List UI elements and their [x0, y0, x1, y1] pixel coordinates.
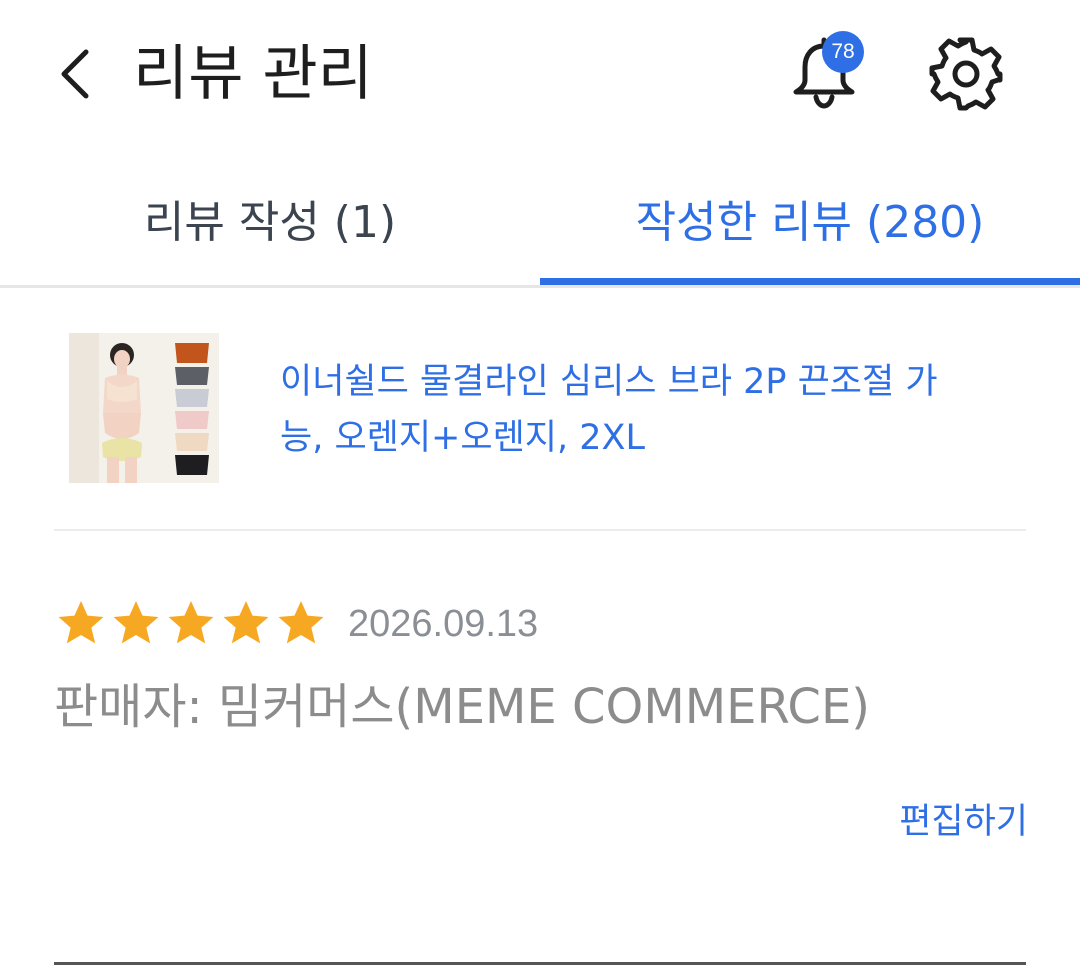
star-icon: [223, 601, 269, 644]
notification-badge: 78: [822, 31, 864, 73]
star-icon: [58, 601, 104, 644]
star-rating: [54, 597, 328, 651]
seller-name: 판매자: 밈커머스(MEME COMMERCE): [54, 679, 871, 735]
tab-written-reviews-label: 작성한 리뷰 (280): [635, 196, 985, 248]
product-thumbnail[interactable]: [69, 333, 219, 483]
tab-write-review[interactable]: 리뷰 작성 (1): [0, 150, 540, 285]
tab-written-reviews[interactable]: 작성한 리뷰 (280): [540, 150, 1080, 285]
review-meta: 2026.09.13: [54, 596, 538, 652]
active-tab-indicator: [540, 278, 1080, 285]
star-icon: [278, 601, 324, 644]
star-icon: [113, 601, 159, 644]
product-image: [69, 333, 219, 483]
star-icon: [168, 601, 214, 644]
page-title: 리뷰 관리: [133, 39, 373, 109]
product-row[interactable]: 이너쉴드 물결라인 심리스 브라 2P 끈조절 가능, 오렌지+오렌지, 2XL: [54, 288, 1026, 531]
divider: [54, 962, 1026, 965]
back-button[interactable]: [44, 38, 104, 110]
gear-icon: [929, 37, 1003, 111]
tab-write-review-label: 리뷰 작성 (1): [143, 196, 397, 248]
edit-review-button[interactable]: 편집하기: [899, 797, 1028, 847]
review-date: 2026.09.13: [348, 602, 539, 645]
product-name-link[interactable]: 이너쉴드 물결라인 심리스 브라 2P 끈조절 가능, 오렌지+오렌지, 2XL: [280, 354, 980, 466]
review-tabs: 리뷰 작성 (1) 작성한 리뷰 (280): [0, 150, 1080, 288]
app-header: 리뷰 관리 78: [0, 0, 1080, 150]
settings-button[interactable]: [926, 34, 1006, 114]
chevron-left-icon: [61, 49, 89, 99]
